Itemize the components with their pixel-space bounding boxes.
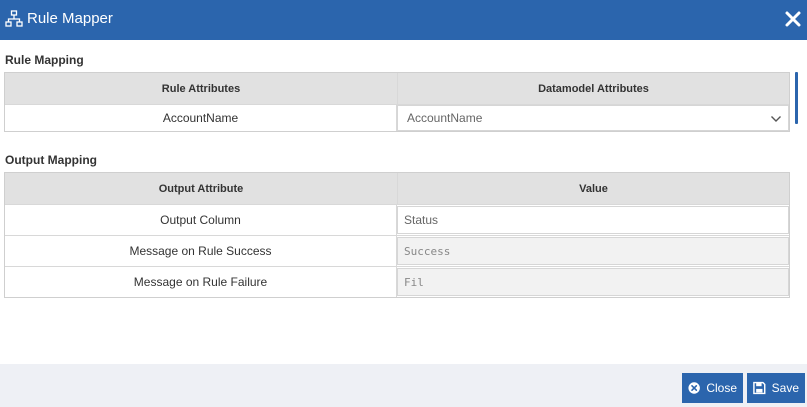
datamodel-attribute-select[interactable]: AccountName xyxy=(397,105,789,131)
save-button[interactable]: Save xyxy=(747,373,805,403)
datamodel-attribute-select-value: AccountName xyxy=(407,111,483,125)
scrollbar-thumb[interactable] xyxy=(795,72,798,124)
close-button-label: Close xyxy=(706,381,737,395)
output-mapping-header-row: Output Attribute Value xyxy=(5,173,789,205)
table-row: Message on Rule Failure Fil xyxy=(5,267,789,297)
output-value-cell: Success xyxy=(396,236,789,266)
close-button[interactable]: Close xyxy=(682,373,743,403)
datamodel-attributes-header: Datamodel Attributes xyxy=(397,73,789,104)
output-mapping-table: Output Attribute Value Output Column Sta… xyxy=(4,172,790,298)
output-attribute-cell: Message on Rule Success xyxy=(129,244,272,258)
success-message-input[interactable]: Success xyxy=(397,237,789,265)
save-button-label: Save xyxy=(771,381,799,395)
output-attribute-cell: Output Column xyxy=(160,213,241,227)
output-attribute-header: Output Attribute xyxy=(5,173,397,204)
save-icon xyxy=(753,381,766,395)
output-value-cell: Status xyxy=(396,205,789,235)
close-x-icon[interactable] xyxy=(784,10,802,28)
dialog-titlebar: Rule Mapper xyxy=(0,0,807,40)
tree-structure-icon xyxy=(5,10,23,27)
rule-mapping-section-title: Rule Mapping xyxy=(5,53,84,67)
rule-mapping-table: Rule Attributes Datamodel Attributes Acc… xyxy=(4,72,790,132)
rule-mapping-header-row: Rule Attributes Datamodel Attributes xyxy=(5,73,789,105)
output-column-input[interactable]: Status xyxy=(397,206,789,234)
rule-attribute-cell: AccountName xyxy=(162,111,239,125)
output-value-cell: Fil xyxy=(396,267,789,297)
dialog-footer: Close Save xyxy=(0,364,807,407)
failure-message-input[interactable]: Fil xyxy=(397,268,789,296)
rule-attributes-header: Rule Attributes xyxy=(5,73,397,104)
table-row: AccountName AccountName xyxy=(5,105,789,131)
output-mapping-section-title: Output Mapping xyxy=(5,153,97,167)
dialog-title: Rule Mapper xyxy=(27,10,113,27)
table-row: Message on Rule Success Success xyxy=(5,236,789,267)
close-circle-icon xyxy=(688,382,700,394)
datamodel-attribute-cell: AccountName xyxy=(396,105,789,131)
table-row: Output Column Status xyxy=(5,205,789,236)
value-header: Value xyxy=(397,173,789,204)
output-attribute-cell: Message on Rule Failure xyxy=(133,275,268,289)
chevron-down-icon xyxy=(771,116,781,122)
